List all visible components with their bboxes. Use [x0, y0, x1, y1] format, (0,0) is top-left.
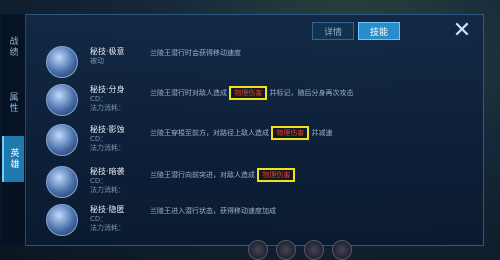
sidebar-tab-hero[interactable]: 英雄	[2, 136, 24, 182]
damage-highlight: 物理伤害	[257, 168, 296, 182]
skill-icon[interactable]	[46, 124, 78, 156]
skill-row: 秘技·隐匿 CD： 法力消耗： 兰陵王进入潜行状态，获得移动速度加成	[40, 202, 472, 240]
panel-subtitle	[170, 24, 250, 36]
hud-skill-icon[interactable]	[276, 240, 296, 260]
close-icon[interactable]: ✕	[447, 20, 477, 42]
hud-skill-bar	[248, 240, 408, 260]
skill-description: 兰陵王穿梭至前方，对路径上敌人造成 物理伤害 并减速	[150, 126, 470, 140]
tab-details[interactable]: 详情	[312, 22, 354, 40]
skill-mana-cost: 法力消耗：	[90, 144, 125, 152]
hud-skill-icon[interactable]	[248, 240, 268, 260]
skill-icon[interactable]	[46, 84, 78, 116]
skill-icon[interactable]	[46, 166, 78, 198]
skill-mana-cost: 法力消耗：	[90, 224, 125, 232]
skill-description: 兰陵王潜行向前突进，对敌人造成 物理伤害	[150, 168, 470, 182]
damage-highlight: 物理伤害	[229, 86, 268, 100]
skill-icon[interactable]	[46, 204, 78, 236]
skill-row: 秘技·影蚀 CD： 法力消耗： 兰陵王穿梭至前方，对路径上敌人造成 物理伤害 并…	[40, 122, 472, 160]
skill-row: 秘技·暗袭 CD： 法力消耗： 兰陵王潜行向前突进，对敌人造成 物理伤害	[40, 164, 472, 202]
sidebar: 战绩 属性 英雄	[0, 14, 26, 246]
skill-description: 兰陵王进入潜行状态，获得移动速度加成	[150, 207, 276, 215]
skill-row: 秘技·分身 CD： 法力消耗： 兰陵王潜行时对敌人造成 物理伤害 并标记，随后分…	[40, 82, 472, 120]
sidebar-tab-record[interactable]: 战绩	[2, 24, 24, 70]
skill-mana-cost: 法力消耗：	[90, 186, 125, 194]
sidebar-tab-attributes[interactable]: 属性	[2, 80, 24, 126]
skill-mana-cost: 法力消耗：	[90, 104, 125, 112]
hud-skill-icon[interactable]	[332, 240, 352, 260]
skill-stat: 被动	[90, 57, 104, 65]
skill-row: 秘技·极意 被动 兰陵王潜行时会获得移动速度	[40, 44, 472, 82]
skill-description: 兰陵王潜行时对敌人造成 物理伤害 并标记，随后分身再次攻击	[150, 86, 470, 100]
tab-skills[interactable]: 技能	[358, 22, 400, 40]
skill-icon[interactable]	[46, 46, 78, 78]
hud-skill-icon[interactable]	[304, 240, 324, 260]
damage-highlight: 物理伤害	[271, 126, 310, 140]
skill-description: 兰陵王潜行时会获得移动速度	[150, 49, 241, 57]
